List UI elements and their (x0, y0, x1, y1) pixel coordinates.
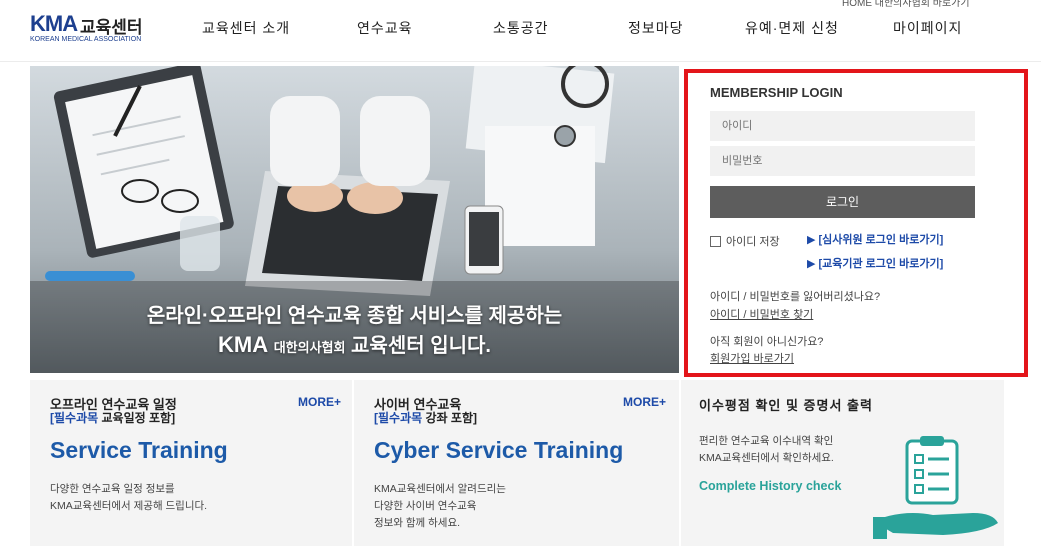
membership-login-box: MEMBERSHIP LOGIN 로그인 아이디 저장 ▶[심사위원 로그인 바… (684, 69, 1028, 377)
triangle-right-icon: ▶ (807, 258, 816, 270)
offline-training-panel: 오프라인 연수교육 일정 [필수과목 교육일정 포함] MORE+ Servic… (30, 380, 352, 546)
join-member-link[interactable]: 회원가입 바로가기 (710, 350, 794, 366)
nav-item-training[interactable]: 연수교육 (357, 18, 413, 38)
history-desc-line1: 편리한 연수교육 이수내역 확인 (699, 435, 834, 447)
reviewer-login-label: [심사위원 로그인 바로가기] (818, 234, 944, 246)
certificate-hand-icon (873, 436, 998, 539)
complete-history-check-link[interactable]: Complete History check (699, 479, 841, 493)
offline-big-title[interactable]: Service Training (50, 437, 228, 464)
save-id-row[interactable]: 아이디 저장 (710, 233, 780, 249)
triangle-right-icon: ▶ (807, 234, 816, 246)
hero-banner: 온라인·오프라인 연수교육 종합 서비스를 제공하는 KMA 대한의사협회 교육… (30, 66, 679, 373)
site-header: KMA 교육센터 KOREAN MEDICAL ASSOCIATION HOME… (0, 0, 1041, 62)
save-id-label: 아이디 저장 (726, 236, 780, 248)
nav-item-mypage[interactable]: 마이페이지 (893, 18, 962, 38)
cyber-required-label: [필수과목 (374, 411, 423, 425)
nav-item-info[interactable]: 정보마당 (628, 18, 684, 38)
history-desc: 편리한 연수교육 이수내역 확인 KMA교육센터에서 확인하세요. (699, 433, 834, 467)
password-input[interactable] (710, 146, 975, 176)
cyber-more-link[interactable]: MORE+ (623, 395, 666, 409)
nav-item-community[interactable]: 소통공간 (493, 18, 549, 38)
hero-subline-tail: 교육센터 입니다. (351, 335, 491, 357)
history-desc-line2: KMA교육센터에서 확인하세요. (699, 452, 834, 464)
logo-kma-text: KMA (30, 11, 78, 36)
org-login-link[interactable]: ▶ [교육기관 로그인 바로가기] (807, 255, 943, 271)
top-utility-links[interactable]: HOME 대한의사협회 바로가기 (842, 0, 970, 9)
offline-panel-subtitle: [필수과목 교육일정 포함] (50, 409, 175, 426)
cyber-desc-line2: 다양한 사이버 연수교육 (374, 500, 477, 512)
cyber-desc-line1: KMA교육센터에서 알려드리는 (374, 483, 506, 495)
offline-required-label: [필수과목 (50, 411, 99, 425)
cyber-big-title[interactable]: Cyber Service Training (374, 437, 623, 464)
history-panel-title: 이수평점 확인 및 증명서 출력 (699, 398, 873, 413)
org-login-label: [교육기관 로그인 바로가기] (818, 258, 944, 270)
cyber-training-panel: 사이버 연수교육 [필수과목 강좌 포함] MORE+ Cyber Servic… (354, 380, 679, 546)
id-input[interactable] (710, 111, 975, 141)
find-credentials-link[interactable]: 아이디 / 비밀번호 찾기 (710, 306, 813, 322)
hero-kma-logo: KMA (218, 332, 269, 357)
cyber-panel-subtitle: [필수과목 강좌 포함] (374, 409, 477, 426)
offline-subtitle-rest: 교육일정 포함] (98, 411, 176, 425)
cyber-desc-line3: 정보와 함께 하세요. (374, 517, 461, 529)
hero-headline: 온라인·오프라인 연수교육 종합 서비스를 제공하는 (146, 305, 563, 327)
cyber-subtitle-rest: 강좌 포함] (422, 411, 478, 425)
lost-credentials-question: 아이디 / 비밀번호를 잃어버리셨나요? (710, 291, 881, 303)
nav-item-about[interactable]: 교육센터 소개 (202, 18, 290, 38)
login-title: MEMBERSHIP LOGIN (710, 85, 843, 100)
logo-center-text: 교육센터 (80, 18, 143, 37)
not-member-question: 아직 회원이 아니신가요? (710, 336, 824, 348)
login-button[interactable]: 로그인 (710, 186, 975, 218)
hero-assoc-name: 대한의사협회 (273, 340, 346, 355)
history-panel: 이수평점 확인 및 증명서 출력 편리한 연수교육 이수내역 확인 KMA교육센… (681, 380, 1004, 546)
logo-subtitle: KOREAN MEDICAL ASSOCIATION (30, 36, 142, 43)
nav-item-deferral[interactable]: 유예·면제 신청 (745, 18, 839, 38)
offline-desc-line2: KMA교육센터에서 제공해 드립니다. (50, 500, 208, 512)
offline-desc-line1: 다양한 연수교육 일정 정보를 (50, 483, 175, 495)
offline-more-link[interactable]: MORE+ (298, 395, 341, 409)
reviewer-login-link[interactable]: ▶ [심사위원 로그인 바로가기] (807, 231, 943, 247)
hero-subline: KMA 대한의사협회 교육센터 입니다. (30, 329, 679, 358)
save-id-checkbox[interactable] (710, 235, 721, 247)
kma-logo[interactable]: KMA 교육센터 KOREAN MEDICAL ASSOCIATION (30, 11, 170, 43)
